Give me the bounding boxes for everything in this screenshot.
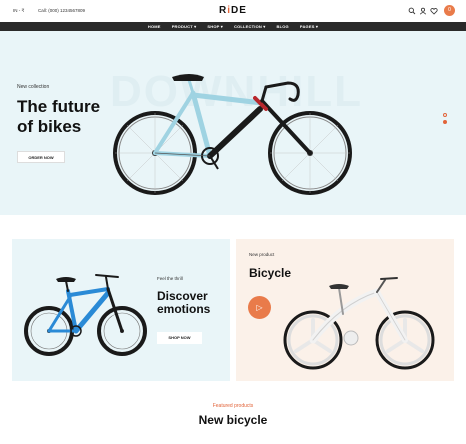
search-icon[interactable] <box>408 7 416 15</box>
slider-pagination <box>443 113 447 127</box>
promo-card-bicycle: New product Bicycle ▷ <box>236 239 454 381</box>
main-navigation: HOME PRODUCT ▾ SHOP ▾ COLLECTION ▾ BLOG … <box>0 22 466 31</box>
featured-title: New bicycle <box>198 413 268 427</box>
order-now-button[interactable]: ORDER NOW <box>17 151 65 163</box>
hero-title-line2: of bikes <box>17 117 82 136</box>
shop-now-button[interactable]: SHOP NOW <box>157 332 202 344</box>
slider-dot-2[interactable] <box>443 120 447 124</box>
promo-discover-title-line2: emotions <box>157 302 211 316</box>
slider-dot-1[interactable] <box>443 113 447 117</box>
cart-count: 0 <box>448 7 451 13</box>
nav-item-shop[interactable]: SHOP ▾ <box>207 24 223 29</box>
nav-item-pages[interactable]: PAGES ▾ <box>300 24 318 29</box>
cart-icon[interactable]: 0 <box>444 5 455 16</box>
featured-subtitle: Featured products <box>212 403 254 409</box>
page: IN - ₹ Call: (000) 1234567809 RiDE 0 HOM… <box>0 0 466 444</box>
promo-discover-subtitle: Feel the thrill <box>157 276 183 281</box>
top-bar: IN - ₹ Call: (000) 1234567809 RiDE 0 <box>0 0 466 22</box>
city-bike-image <box>283 277 435 370</box>
hero-title-line1: The future <box>17 97 101 116</box>
logo-text-end: DE <box>231 5 247 16</box>
user-icon[interactable] <box>419 7 427 15</box>
promo-card-discover: Feel the thrill Discover emotions SHOP N… <box>12 239 230 381</box>
site-logo[interactable]: RiDE <box>0 5 466 16</box>
nav-item-blog[interactable]: BLOG <box>277 24 289 29</box>
play-icon[interactable]: ▷ <box>248 296 271 319</box>
hero-subtitle: New collection <box>17 84 50 90</box>
promo-discover-title: Discover emotions <box>157 290 210 316</box>
nav-item-collection[interactable]: COLLECTION ▾ <box>234 24 266 29</box>
heart-icon[interactable] <box>430 7 438 15</box>
mountain-bike-image <box>24 274 147 356</box>
hero-bike-image <box>113 74 352 195</box>
promo-bicycle-subtitle: New product <box>249 252 275 257</box>
hero-banner: DOWNHILL New collection The future of bi… <box>0 31 466 215</box>
hero-title: The future of bikes <box>17 97 100 137</box>
nav-item-home[interactable]: HOME <box>148 24 161 29</box>
nav-item-product[interactable]: PRODUCT ▾ <box>172 24 197 29</box>
